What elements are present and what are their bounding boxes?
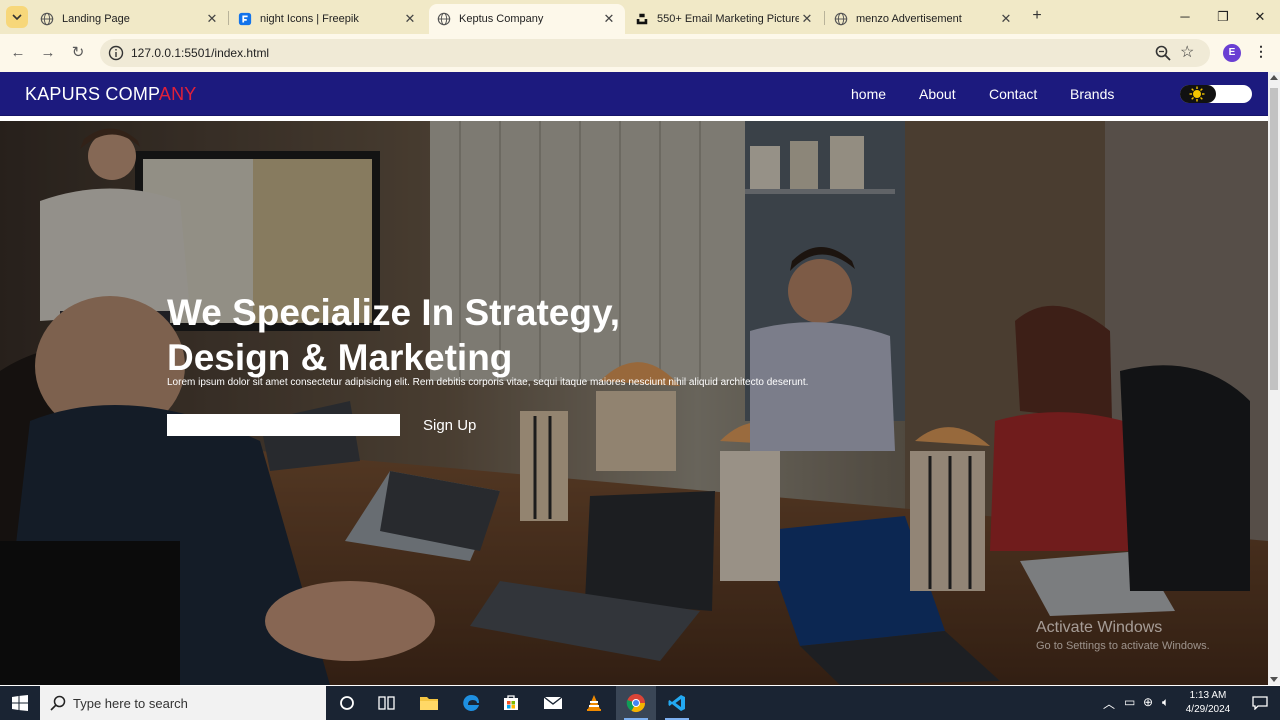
site-logo[interactable]: KAPURS COMPANY [25, 84, 197, 105]
address-bar[interactable]: 127.0.0.1:5501/index.html ☆ [100, 39, 1210, 67]
cortana-icon[interactable] [327, 686, 367, 720]
profile-avatar[interactable]: E [1223, 44, 1241, 62]
tab-landing-page[interactable]: Landing Page ✕ [32, 4, 228, 34]
browser-toolbar: ← → ↻ 127.0.0.1:5501/index.html ☆ E ⋮ [0, 34, 1280, 72]
vscode-icon[interactable] [657, 686, 697, 720]
show-hidden-icons[interactable]: ︿ [1103, 695, 1115, 712]
sun-icon [1189, 86, 1205, 102]
hero-title-line-2: Design & Marketing [167, 337, 513, 378]
tab-search-button[interactable] [6, 6, 28, 28]
mail-icon[interactable] [533, 686, 573, 720]
tab-title: menzo Advertisement [856, 13, 962, 25]
globe-icon [834, 12, 848, 26]
clock-date: 4/29/2024 [1185, 704, 1231, 715]
notifications-icon[interactable] [1240, 686, 1280, 720]
email-input[interactable] [167, 414, 400, 436]
browser-menu-icon[interactable]: ⋮ [1254, 43, 1268, 60]
taskbar-search-placeholder: Type here to search [73, 696, 188, 711]
theme-toggle[interactable] [1180, 85, 1252, 103]
close-tab-icon[interactable]: ✕ [402, 11, 418, 27]
edge-browser-icon[interactable] [451, 686, 491, 720]
unsplash-icon [636, 13, 648, 25]
site-info-icon[interactable] [108, 45, 124, 61]
activate-windows-subtitle: Go to Settings to activate Windows. [1036, 640, 1210, 652]
hero-description: Lorem ipsum dolor sit amet consectetur a… [167, 377, 809, 388]
tab-menzo-advertisement[interactable]: menzo Advertisement ✕ [826, 4, 1022, 34]
scrollbar-thumb[interactable] [1270, 88, 1278, 390]
hero-title-line-1: We Specialize In Strategy, [167, 292, 621, 333]
close-tab-icon[interactable]: ✕ [204, 11, 220, 27]
page-viewport: KAPURS COMPANY home About Contact Brands [0, 72, 1268, 685]
logo-accent-text: ANY [158, 84, 197, 104]
windows-logo-icon [12, 695, 28, 711]
clock-time: 1:13 AM [1189, 690, 1227, 701]
globe-icon [437, 12, 451, 26]
bookmark-star-icon[interactable]: ☆ [1180, 42, 1194, 62]
close-tab-icon[interactable]: ✕ [799, 11, 815, 27]
hero-section: We Specialize In Strategy, Design & Marke… [0, 121, 1268, 685]
tab-separator [228, 11, 229, 25]
nav-link-about[interactable]: About [919, 86, 956, 102]
reload-icon[interactable]: ↻ [68, 43, 88, 63]
system-clock[interactable]: 1:13 AM 4/29/2024 [1180, 689, 1236, 717]
start-button[interactable] [0, 686, 40, 720]
new-tab-button[interactable]: + [1028, 7, 1046, 25]
close-window-icon[interactable]: ✕ [1249, 6, 1271, 28]
nav-link-contact[interactable]: Contact [989, 86, 1037, 102]
forward-arrow-icon[interactable]: → [38, 43, 58, 63]
zoom-icon[interactable] [1154, 44, 1172, 62]
battery-icon[interactable]: ▭ [1124, 695, 1135, 709]
search-icon [50, 695, 66, 711]
url-text: 127.0.0.1:5501/index.html [131, 46, 270, 60]
taskbar-search-box[interactable]: Type here to search [40, 686, 326, 720]
nav-link-home[interactable]: home [851, 86, 886, 102]
tab-night-icons[interactable]: night Icons | Freepik ✕ [230, 4, 426, 34]
hero-title: We Specialize In Strategy, Design & Marke… [167, 290, 727, 380]
network-globe-icon[interactable]: ⊕ [1143, 695, 1153, 709]
tab-title: night Icons | Freepik [260, 13, 359, 25]
scroll-up-icon[interactable] [1270, 75, 1278, 80]
windows-taskbar: Type here to search ︿ ▭ ⊕ 🔈︎ 1:13 AM 4/2… [0, 686, 1280, 720]
freepik-icon [238, 12, 252, 26]
microsoft-store-icon[interactable] [491, 686, 531, 720]
volume-icon[interactable]: 🔈︎ [1162, 695, 1169, 710]
file-explorer-icon[interactable] [409, 686, 449, 720]
scroll-down-icon[interactable] [1270, 677, 1278, 682]
tab-title: 550+ Email Marketing Pictures [657, 13, 799, 25]
site-navbar: KAPURS COMPANY home About Contact Brands [0, 72, 1268, 116]
chrome-icon[interactable] [616, 686, 656, 720]
close-tab-icon[interactable]: ✕ [998, 11, 1014, 27]
globe-icon [40, 12, 54, 26]
tab-separator [824, 11, 825, 25]
tab-email-marketing[interactable]: 550+ Email Marketing Pictures ✕ [627, 4, 823, 34]
tab-title: Landing Page [62, 13, 130, 25]
back-arrow-icon[interactable]: ← [8, 43, 28, 63]
maximize-icon[interactable]: ❐ [1212, 6, 1234, 28]
signup-button[interactable]: Sign Up [415, 414, 484, 436]
tab-keptus-company[interactable]: Keptus Company ✕ [429, 4, 625, 34]
vlc-icon[interactable] [574, 686, 614, 720]
task-view-icon[interactable] [367, 686, 407, 720]
minimize-icon[interactable]: ─ [1174, 6, 1196, 28]
chevron-down-icon [12, 14, 22, 20]
tab-title: Keptus Company [459, 13, 544, 25]
hero-background-image [0, 121, 1268, 685]
close-tab-icon[interactable]: ✕ [601, 11, 617, 27]
nav-link-brands[interactable]: Brands [1070, 86, 1114, 102]
browser-tab-strip: Landing Page ✕ night Icons | Freepik ✕ K… [0, 0, 1280, 34]
activate-windows-title: Activate Windows [1036, 619, 1163, 636]
logo-text: KAPURS COMP [25, 84, 159, 104]
page-scrollbar[interactable] [1268, 72, 1280, 685]
